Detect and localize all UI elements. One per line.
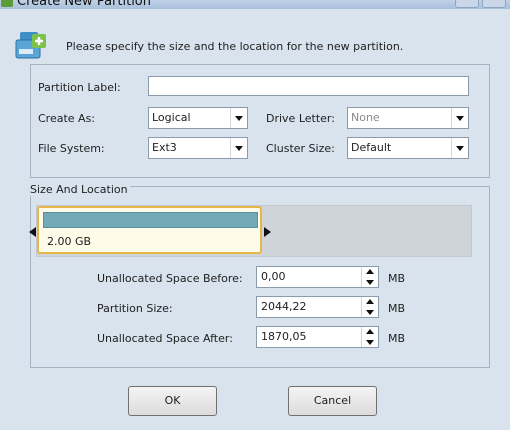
cluster-size-select[interactable]: Default (347, 137, 469, 159)
spin-buttons (361, 327, 378, 347)
resize-left-handle-icon[interactable] (29, 227, 36, 237)
spin-up-icon[interactable] (362, 327, 378, 337)
app-icon (1, 0, 13, 7)
spin-down-icon[interactable] (362, 337, 378, 347)
unallocated-after-label: Unallocated Space After: (97, 332, 233, 345)
partition-wizard-icon (15, 32, 46, 59)
file-system-select[interactable]: Ext3 (148, 137, 248, 159)
resize-right-handle-icon[interactable] (264, 227, 271, 237)
title-bar: Create New Partition (0, 0, 510, 9)
unallocated-after-input[interactable]: 1870,05 (256, 326, 379, 348)
instruction-text: Please specify the size and the location… (66, 40, 404, 53)
drive-letter-value: None (351, 111, 380, 124)
chevron-down-icon[interactable] (230, 108, 247, 128)
size-location-title: Size And Location (28, 183, 130, 196)
partition-size-display: 2.00 GB (47, 235, 92, 248)
partition-block[interactable]: 2.00 GB (37, 206, 262, 254)
spin-down-icon[interactable] (362, 277, 378, 287)
partition-label-input[interactable] (148, 76, 469, 96)
cluster-size-label: Cluster Size: (266, 142, 335, 155)
drive-letter-label: Drive Letter: (266, 112, 335, 125)
spin-down-icon[interactable] (362, 307, 378, 317)
chevron-down-icon[interactable] (451, 108, 468, 128)
unallocated-after-value: 1870,05 (261, 330, 307, 343)
unit-label: MB (388, 272, 406, 285)
spin-buttons (361, 297, 378, 317)
minimize-button[interactable] (455, 0, 479, 8)
unallocated-before-input[interactable]: 0,00 (256, 266, 379, 288)
unit-label: MB (388, 332, 406, 345)
cluster-size-value: Default (351, 141, 392, 154)
unit-label: MB (388, 302, 406, 315)
partition-label-label: Partition Label: (38, 81, 121, 94)
spin-buttons (361, 267, 378, 287)
partition-size-label: Partition Size: (97, 302, 173, 315)
unallocated-before-label: Unallocated Space Before: (97, 272, 243, 285)
file-system-label: File System: (38, 142, 105, 155)
window-title: Create New Partition (17, 0, 151, 9)
ok-button[interactable]: OK (128, 386, 217, 416)
create-as-select[interactable]: Logical (148, 107, 248, 129)
cancel-button[interactable]: Cancel (288, 386, 377, 416)
create-as-label: Create As: (38, 112, 96, 125)
drive-letter-select[interactable]: None (347, 107, 469, 129)
partition-size-value: 2044,22 (261, 300, 307, 313)
file-system-value: Ext3 (152, 141, 177, 154)
spin-up-icon[interactable] (362, 267, 378, 277)
chevron-down-icon[interactable] (230, 138, 247, 158)
partition-usage-bar (43, 212, 258, 228)
unallocated-before-value: 0,00 (261, 270, 286, 283)
close-button[interactable] (482, 0, 506, 8)
create-as-value: Logical (152, 111, 191, 124)
spin-up-icon[interactable] (362, 297, 378, 307)
chevron-down-icon[interactable] (451, 138, 468, 158)
partition-size-input[interactable]: 2044,22 (256, 296, 379, 318)
